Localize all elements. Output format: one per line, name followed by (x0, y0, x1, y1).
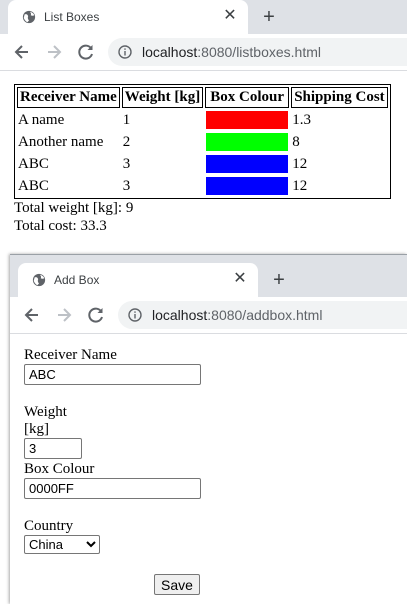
totals: Total weight [kg]: 9 Total cost: 33.3 (14, 199, 391, 235)
tab-list-boxes[interactable]: List Boxes ✕ (8, 0, 248, 34)
cell-box-colour (205, 154, 289, 174)
browser-toolbar: localhost:8080/addbox.html (10, 297, 407, 334)
new-tab-button[interactable]: + (258, 6, 280, 28)
url-path: :8080/addbox.html (207, 307, 323, 323)
page-content: Receiver Name Weight [kg] Box Colour Shi… (14, 84, 391, 235)
tab-close-icon[interactable]: ✕ (230, 269, 250, 289)
back-arrow-icon[interactable] (12, 42, 32, 62)
table-row: ABC 3 12 (17, 154, 388, 174)
weight-field: Weight [kg] (24, 404, 82, 459)
tab-title: List Boxes (44, 10, 100, 24)
cell-box-colour (205, 110, 289, 130)
cell-weight: 3 (122, 177, 131, 194)
cell-box-colour (205, 132, 289, 152)
box-colour-field: Box Colour (24, 461, 201, 499)
globe-icon (32, 273, 46, 287)
colour-swatch (206, 155, 289, 173)
header-shipping-cost: Shipping Cost (291, 87, 388, 108)
country-field: Country China (24, 518, 100, 554)
tab-title: Add Box (54, 273, 100, 287)
globe-icon (22, 10, 36, 24)
address-bar[interactable]: localhost:8080/addbox.html (118, 301, 407, 329)
forward-arrow-icon[interactable] (54, 305, 74, 325)
cell-receiver-name: Another name (18, 133, 104, 150)
address-bar[interactable]: localhost:8080/listboxes.html (108, 38, 407, 66)
tab-close-icon[interactable]: ✕ (220, 6, 240, 26)
cell-weight: 3 (122, 155, 131, 172)
colour-swatch (206, 133, 289, 151)
back-arrow-icon[interactable] (22, 305, 42, 325)
cell-weight: 1 (122, 111, 131, 128)
cell-shipping-cost: 12 (292, 155, 308, 172)
save-button[interactable]: Save (154, 574, 200, 595)
receiver-name-label: Receiver Name (24, 347, 117, 363)
addbox-window: Add Box ✕ + localhost:8080/addbox.html R… (10, 254, 407, 604)
table-header-row: Receiver Name Weight [kg] Box Colour Shi… (17, 87, 388, 108)
tab-strip: List Boxes ✕ + (0, 0, 407, 34)
box-colour-label: Box Colour (24, 461, 95, 477)
url-path: :8080/listboxes.html (197, 44, 321, 60)
url-host: localhost (142, 44, 198, 60)
header-receiver-name: Receiver Name (17, 87, 120, 108)
receiver-name-input[interactable] (24, 364, 201, 385)
tab-strip: Add Box ✕ + (10, 255, 407, 297)
cell-shipping-cost: 1.3 (292, 111, 311, 128)
total-weight: Total weight [kg]: 9 (14, 200, 134, 216)
header-weight: Weight [kg] (121, 87, 204, 108)
info-icon[interactable] (118, 45, 132, 59)
url-text: localhost:8080/listboxes.html (142, 44, 321, 60)
cell-receiver-name: A name (18, 111, 65, 128)
receiver-name-field: Receiver Name (24, 347, 201, 385)
new-tab-button[interactable]: + (268, 269, 290, 291)
cell-receiver-name: ABC (18, 155, 49, 172)
reload-icon[interactable] (76, 42, 96, 62)
forward-arrow-icon[interactable] (44, 42, 64, 62)
url-text: localhost:8080/addbox.html (152, 307, 322, 323)
tab-add-box[interactable]: Add Box ✕ (18, 263, 258, 297)
table-row: ABC 3 12 (17, 176, 388, 196)
cell-receiver-name: ABC (18, 177, 49, 194)
listboxes-window: List Boxes ✕ + localhost:8080/listboxes.… (0, 0, 407, 250)
header-box-colour: Box Colour (205, 87, 290, 108)
cell-box-colour (205, 176, 289, 196)
weight-label: Weight [kg] (24, 404, 67, 437)
info-icon[interactable] (128, 308, 142, 322)
country-label: Country (24, 518, 74, 534)
browser-toolbar: localhost:8080/listboxes.html (0, 34, 407, 71)
box-colour-input[interactable] (24, 478, 201, 499)
colour-swatch (206, 111, 289, 129)
country-select[interactable]: China (24, 535, 100, 554)
boxes-table: Receiver Name Weight [kg] Box Colour Shi… (14, 84, 391, 199)
total-cost: Total cost: 33.3 (14, 218, 107, 234)
reload-icon[interactable] (86, 305, 106, 325)
table-row: Another name 2 8 (17, 132, 388, 152)
url-host: localhost (152, 307, 208, 323)
cell-shipping-cost: 8 (292, 133, 300, 150)
cell-weight: 2 (122, 133, 131, 150)
weight-input[interactable] (24, 438, 82, 459)
colour-swatch (206, 177, 289, 195)
table-row: A name 1 1.3 (17, 110, 388, 130)
cell-shipping-cost: 12 (292, 177, 308, 194)
